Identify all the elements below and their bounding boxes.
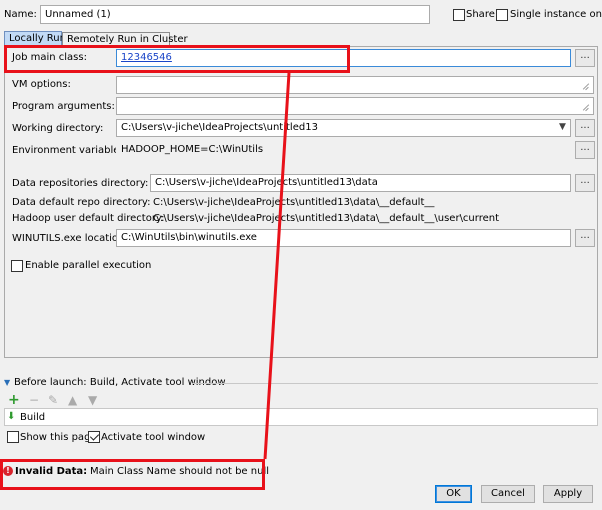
annotation-connector-line — [263, 72, 291, 460]
